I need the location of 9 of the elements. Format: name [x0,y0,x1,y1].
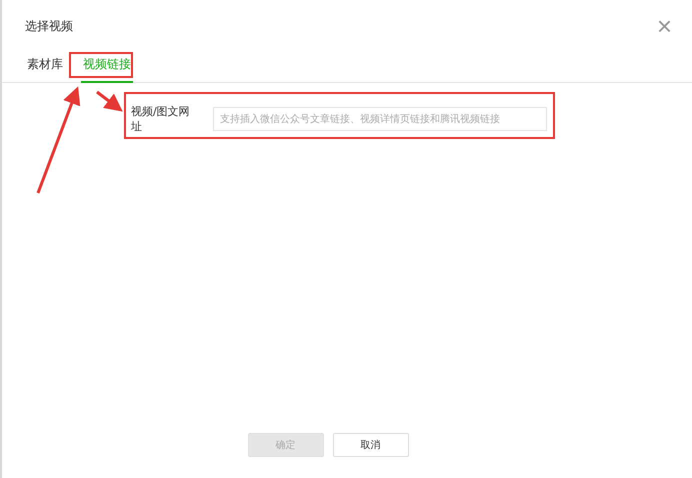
url-field[interactable]: 支持插入微信公众号文章链接、视频详情页链接和腾讯视频链接 [213,107,547,131]
tab[interactable]: 素材库 [25,56,65,83]
cancel-button[interactable]: 取消 [332,433,408,457]
close-button[interactable]: × [656,16,672,36]
dialog-title: 选择视频 [25,18,73,34]
annotation-arrow [96,90,123,112]
tab[interactable]: 视频链接 [81,56,133,83]
highlight-frame [69,52,133,78]
field-label: 视频/图文网址 [131,104,191,134]
